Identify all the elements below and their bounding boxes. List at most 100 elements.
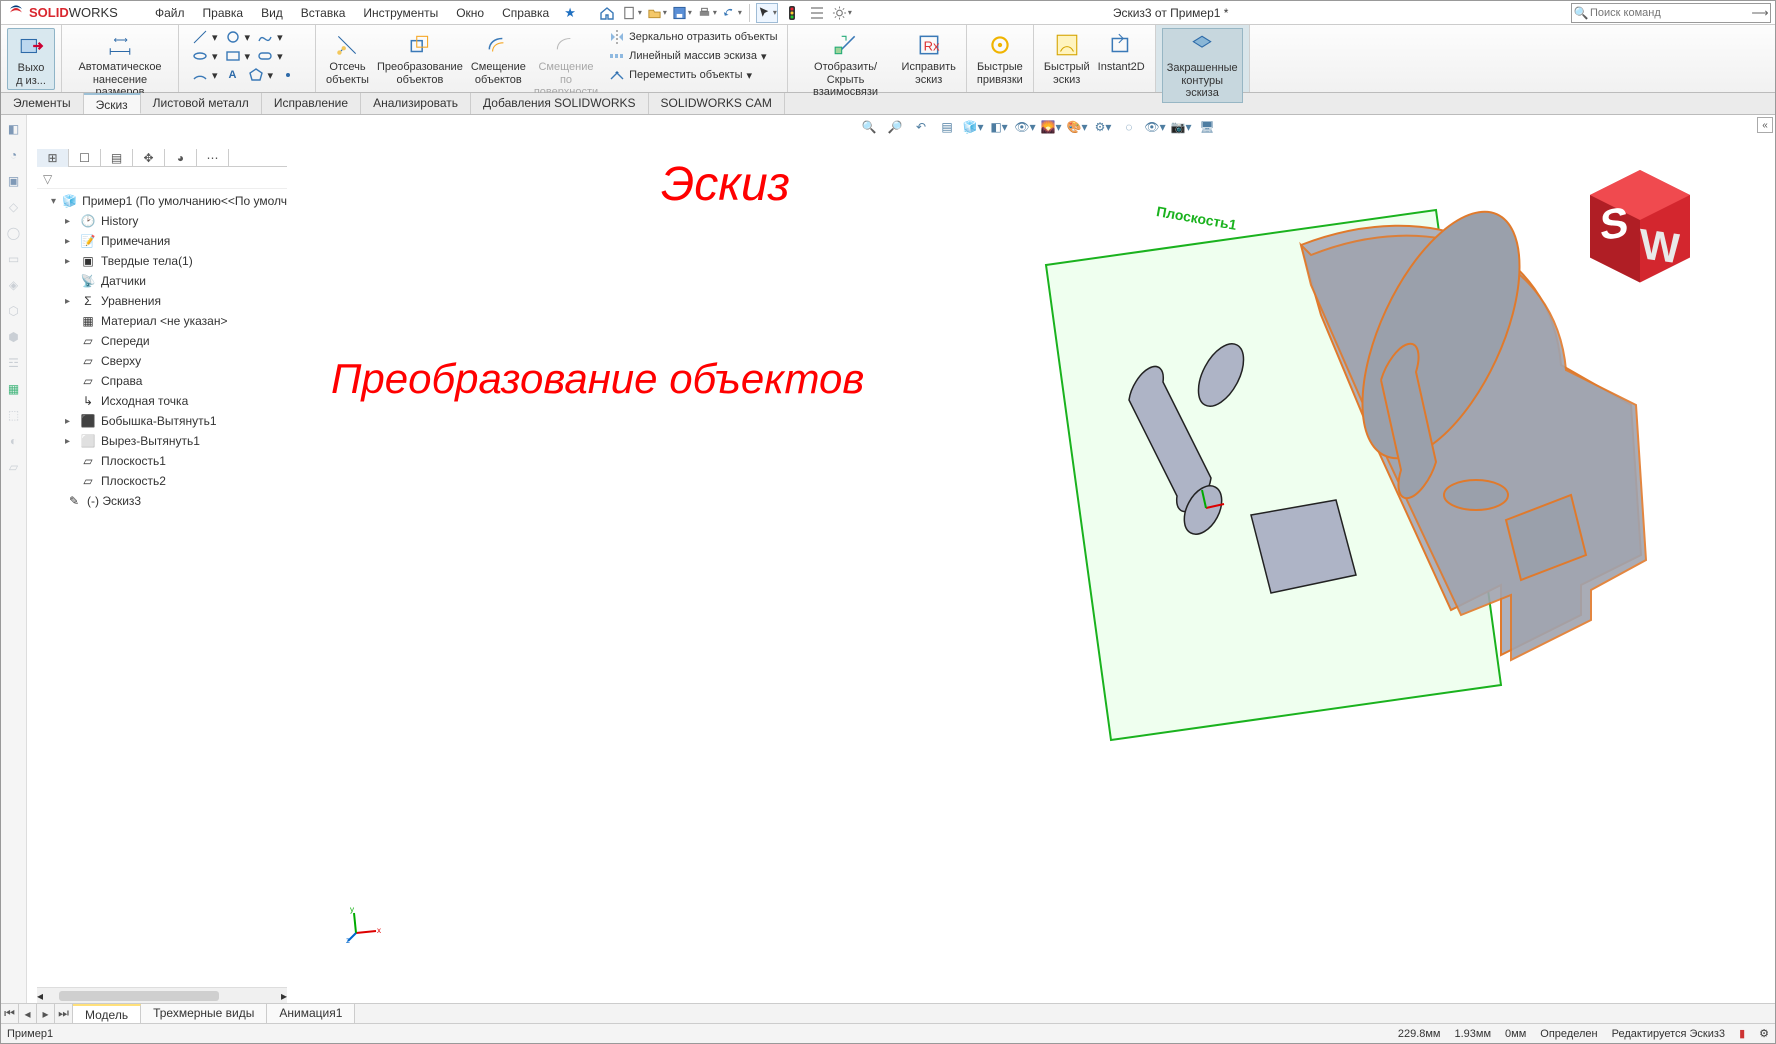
menu-tools[interactable]: Инструменты xyxy=(354,2,447,24)
trim-button[interactable]: Отсечь объекты xyxy=(322,28,373,88)
convert-entities-button[interactable]: Преобразование объектов xyxy=(373,28,467,88)
undo-icon[interactable] xyxy=(721,3,743,23)
status-gear-icon[interactable]: ⚙ xyxy=(1759,1027,1769,1040)
rect-tool[interactable]: ▾ xyxy=(222,47,254,65)
arc-tool[interactable]: ▾ xyxy=(189,66,221,84)
spline-tool[interactable]: ▾ xyxy=(254,28,286,46)
tab-addins[interactable]: Добавления SOLIDWORKS xyxy=(471,93,649,114)
search-go-icon[interactable]: ⟶ xyxy=(1750,6,1770,20)
tree-tab-more[interactable]: ⋯ xyxy=(197,149,229,167)
tree-origin[interactable]: ↳Исходная точка xyxy=(65,391,287,411)
tree-scrollbar[interactable]: ◂▸ xyxy=(37,987,287,1003)
lv-icon-10[interactable]: ☲ xyxy=(4,353,24,373)
tree-sensors[interactable]: 📡Датчики xyxy=(65,271,287,291)
menu-window[interactable]: Окно xyxy=(447,2,493,24)
settings-gear-icon[interactable] xyxy=(831,3,853,23)
tab-model[interactable]: Модель xyxy=(73,1004,141,1023)
repair-sketch-button[interactable]: Rx Исправить эскиз xyxy=(898,28,960,88)
tree-tab-feature[interactable]: ⊞ xyxy=(37,149,69,167)
tab-features[interactable]: Элементы xyxy=(1,93,84,114)
tree-cut-extrude[interactable]: ▸⬜Вырез-Вытянуть1 xyxy=(65,431,287,451)
search-input[interactable] xyxy=(1590,7,1750,19)
instant2d-button[interactable]: Instant2D xyxy=(1094,28,1149,76)
new-doc-icon[interactable] xyxy=(621,3,643,23)
rapid-sketch-button[interactable]: Быстрый эскиз xyxy=(1040,28,1094,88)
lv-icon-5[interactable]: ◯ xyxy=(4,223,24,243)
tree-solid-bodies[interactable]: ▸▣Твердые тела(1) xyxy=(65,251,287,271)
print-icon[interactable] xyxy=(696,3,718,23)
tree-annotations[interactable]: ▸📝Примечания xyxy=(65,231,287,251)
tree-plane1[interactable]: ▱Плоскость1 xyxy=(65,451,287,471)
tree-right[interactable]: ▱Справа xyxy=(65,371,287,391)
prev-tab-icon[interactable]: ◂ xyxy=(19,1004,37,1023)
tree-front[interactable]: ▱Спереди xyxy=(65,331,287,351)
tree-tab-dim[interactable]: ✥ xyxy=(133,149,165,167)
point-tool[interactable] xyxy=(277,66,299,84)
tab-animation[interactable]: Анимация1 xyxy=(267,1004,355,1023)
traffic-light-icon[interactable] xyxy=(781,3,803,23)
pin-icon[interactable]: ★ xyxy=(564,5,576,21)
tab-sheetmetal[interactable]: Листовой металл xyxy=(141,93,262,114)
offset-entities-button[interactable]: Смещение объектов xyxy=(467,28,530,88)
lv-icon-13[interactable]: ◐ xyxy=(4,431,24,451)
tab-sketch[interactable]: Эскиз xyxy=(84,93,141,114)
lv-icon-14[interactable]: ▱ xyxy=(4,457,24,477)
tree-material[interactable]: ▦Материал <не указан> xyxy=(65,311,287,331)
tree-root[interactable]: ▾🧊Пример1 (По умолчанию<<По умолч xyxy=(51,191,287,211)
last-tab-icon[interactable]: ⏭ xyxy=(55,1004,73,1023)
ellipse-tool[interactable]: ▾ xyxy=(189,47,221,65)
menu-help[interactable]: Справка xyxy=(493,2,558,24)
options-list-icon[interactable] xyxy=(806,3,828,23)
open-icon[interactable] xyxy=(646,3,668,23)
line-tool[interactable]: ▾ xyxy=(189,28,221,46)
lv-icon-1[interactable]: ◧ xyxy=(4,119,24,139)
tree-tab-config[interactable]: ▤ xyxy=(101,149,133,167)
lv-icon-8[interactable]: ⬡ xyxy=(4,301,24,321)
move-entities-button[interactable]: Переместить объекты▾ xyxy=(606,66,780,84)
tree-plane2[interactable]: ▱Плоскость2 xyxy=(65,471,287,491)
menu-view[interactable]: Вид xyxy=(252,2,292,24)
tree-top[interactable]: ▱Сверху xyxy=(65,351,287,371)
tree-tab-appearance[interactable]: ◕ xyxy=(165,149,197,167)
tab-analyze[interactable]: Анализировать xyxy=(361,93,471,114)
next-tab-icon[interactable]: ▸ xyxy=(37,1004,55,1023)
tab-evaluate[interactable]: Исправление xyxy=(262,93,361,114)
shaded-sketch-button[interactable]: Закрашенные контуры эскиза xyxy=(1162,28,1243,103)
tab-cam[interactable]: SOLIDWORKS CAM xyxy=(649,93,785,114)
tree-tab-property[interactable]: ☐ xyxy=(69,149,101,167)
lv-icon-12[interactable]: ⬚ xyxy=(4,405,24,425)
lv-icon-11[interactable]: ▦ xyxy=(4,379,24,399)
status-indicator-icon[interactable]: ▮ xyxy=(1739,1027,1745,1040)
tree-sketch3[interactable]: ✎(-) Эскиз3 xyxy=(51,491,287,511)
lv-icon-2[interactable]: ◔ xyxy=(4,145,24,165)
command-search[interactable]: 🔍 ⟶ xyxy=(1571,3,1771,23)
lv-icon-6[interactable]: ▭ xyxy=(4,249,24,269)
linear-pattern-button[interactable]: Линейный массив эскиза▾ xyxy=(606,47,780,65)
lv-icon-4[interactable]: ◇ xyxy=(4,197,24,217)
home-icon[interactable] xyxy=(596,3,618,23)
lv-icon-9[interactable]: ⬢ xyxy=(4,327,24,347)
menu-insert[interactable]: Вставка xyxy=(292,2,355,24)
quick-snaps-button[interactable]: Быстрые привязки xyxy=(973,28,1027,88)
menu-edit[interactable]: Правка xyxy=(194,2,253,24)
mirror-button[interactable]: Зеркально отразить объекты xyxy=(606,28,780,46)
save-icon[interactable] xyxy=(671,3,693,23)
show-hide-relations-button[interactable]: Отобразить/Скрыть взаимосвязи xyxy=(794,28,898,101)
text-tool[interactable]: A xyxy=(222,66,244,84)
graphics-area[interactable]: 🔍 🔎 ↶ ▤ 🧊▾ ◧▾ 👁▾ 🌄▾ 🎨▾ ⚙▾ ◌ 👁▾ 📷▾ 🖥 « Эс… xyxy=(301,115,1775,1003)
smart-dimension-button[interactable]: ⟷ Автоматическое нанесение размеров xyxy=(68,28,172,101)
tree-filter[interactable]: ▽ xyxy=(37,169,287,189)
tree-equations[interactable]: ▸ΣУравнения xyxy=(65,291,287,311)
select-cursor-icon[interactable] xyxy=(756,3,778,23)
menu-file[interactable]: Файл xyxy=(146,2,194,24)
lv-icon-3[interactable]: ▣ xyxy=(4,171,24,191)
tab-3dviews[interactable]: Трехмерные виды xyxy=(141,1004,267,1023)
tree-boss-extrude[interactable]: ▸⬛Бобышка-Вытянуть1 xyxy=(65,411,287,431)
exit-sketch-button[interactable]: Выхо д из... xyxy=(7,28,55,90)
polygon-tool[interactable]: ▾ xyxy=(245,66,277,84)
circle-tool[interactable]: ▾ xyxy=(222,28,254,46)
first-tab-icon[interactable]: ⏮ xyxy=(1,1004,19,1023)
slot-tool[interactable]: ▾ xyxy=(254,47,286,65)
tree-history[interactable]: ▸🕑History xyxy=(65,211,287,231)
lv-icon-7[interactable]: ◈ xyxy=(4,275,24,295)
